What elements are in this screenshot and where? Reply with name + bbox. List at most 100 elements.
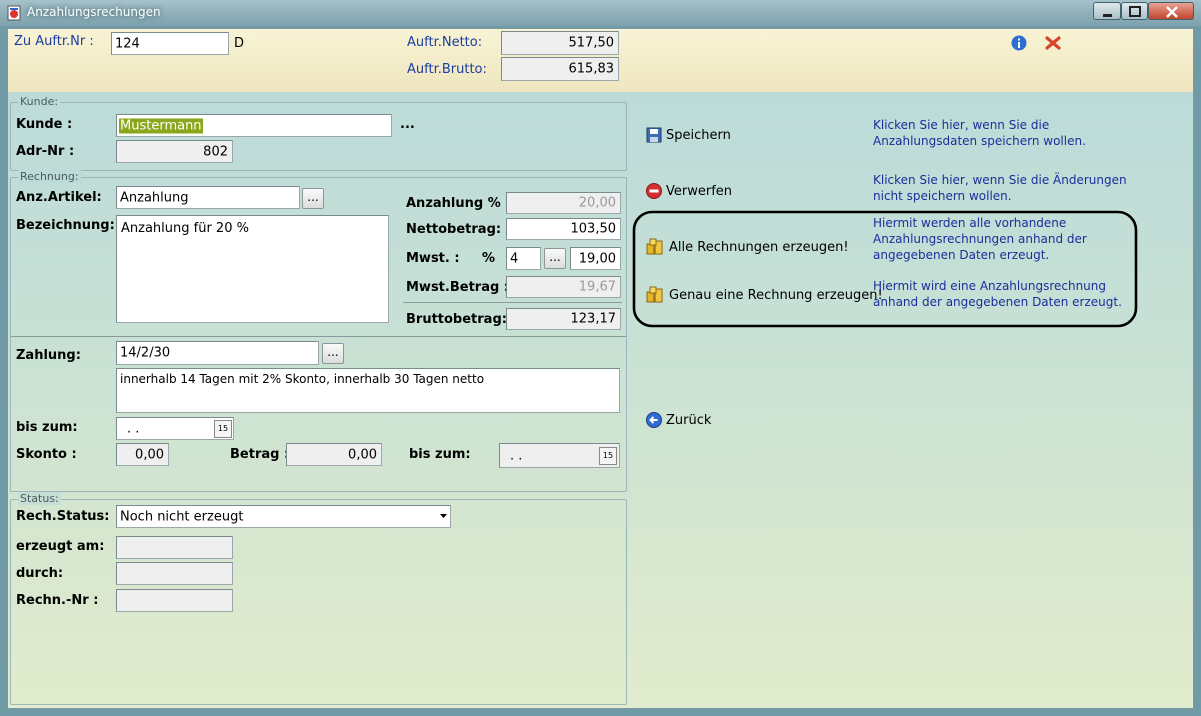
anz-artikel-label: Anz.Artikel: <box>16 190 102 205</box>
mwst-code-field[interactable]: 4 <box>506 247 541 270</box>
close-red-icon[interactable] <box>1045 35 1061 51</box>
create-all-label: Alle Rechnungen erzeugen! <box>669 240 849 255</box>
erzeugt-am-label: erzeugt am: <box>16 539 105 554</box>
rech-status-select[interactable]: Noch nicht erzeugt <box>116 505 451 528</box>
close-icon <box>1166 6 1178 18</box>
status-group-label: Status: <box>18 492 61 505</box>
bruttobetrag-field: 123,17 <box>506 308 621 330</box>
auftr-brutto-value: 615,83 <box>568 61 615 77</box>
create-one-hint: Hiermit wird eine Anzahlungsrechnung anh… <box>873 279 1122 309</box>
discard-hint: Klicken Sie hier, wenn Sie die Änderunge… <box>873 173 1127 203</box>
bruttobetrag-value: 123,17 <box>570 311 617 327</box>
mwst-pct-sign: % <box>482 251 496 266</box>
zahlung-text-field[interactable]: innerhalb 14 Tagen mit 2% Skonto, innerh… <box>116 368 620 413</box>
anz-artikel-field[interactable]: Anzahlung <box>116 186 300 209</box>
calendar-icon[interactable]: 15 <box>214 420 232 438</box>
mwst-pct-field: 19,00 <box>570 247 621 270</box>
bis-zum-2-value: . . <box>510 448 523 463</box>
adr-nr-label: Adr-Nr : <box>16 144 75 159</box>
create-one-label: Genau eine Rechnung erzeugen! <box>669 288 883 303</box>
auftr-brutto-field: 615,83 <box>501 57 619 81</box>
info-icon[interactable] <box>1011 35 1027 51</box>
durch-field <box>116 562 233 585</box>
auftr-brutto-label: Auftr.Brutto: <box>407 62 487 77</box>
bezeichnung-value: Anzahlung für 20 % <box>121 221 249 236</box>
title-bar[interactable] <box>0 0 1201 26</box>
zahlung-field[interactable]: 14/2/30 <box>116 341 319 365</box>
anzahlung-pct-field: 20,00 <box>506 192 621 214</box>
auftr-netto-field: 517,50 <box>501 31 619 55</box>
discard-label: Verwerfen <box>666 184 733 199</box>
zahlung-text-value: innerhalb 14 Tagen mit 2% Skonto, innerh… <box>120 372 485 386</box>
maximize-button[interactable] <box>1121 2 1148 20</box>
calendar-2-icon[interactable]: 15 <box>599 447 617 465</box>
save-label: Speichern <box>666 128 731 143</box>
anz-artikel-lookup-button[interactable]: ... <box>302 188 324 209</box>
zahlung-label: Zahlung: <box>16 348 81 363</box>
floppy-disk-icon <box>646 127 662 143</box>
auftr-netto-value: 517,50 <box>568 35 615 51</box>
nettobetrag-field[interactable]: 103,50 <box>506 218 621 240</box>
minimize-icon <box>1103 14 1112 17</box>
bis-zum-value: . . <box>127 421 140 436</box>
back-button[interactable]: Zurück <box>645 412 765 432</box>
adr-nr-field: 802 <box>116 140 233 163</box>
auftr-nr-field[interactable]: 124 <box>111 32 229 55</box>
auftr-nr-value: 124 <box>115 36 140 51</box>
zahlung-divider <box>11 336 626 337</box>
create-one-invoice-button[interactable]: Genau eine Rechnung erzeugen! <box>646 286 883 306</box>
skonto-value: 0,00 <box>135 447 164 462</box>
kunde-value: Mustermann <box>119 118 203 133</box>
skonto-label: Skonto : <box>16 447 77 462</box>
rechnung-group-label: Rechnung: <box>18 170 81 183</box>
zahlung-lookup-button[interactable]: ... <box>322 343 344 364</box>
bezeichnung-label: Bezeichnung: <box>16 218 115 233</box>
minimize-button[interactable] <box>1093 2 1121 20</box>
anzahlung-pct-value: 20,00 <box>578 195 616 211</box>
window-title: Anzahlungsrechungen <box>27 5 161 19</box>
status-group <box>10 499 627 705</box>
save-button[interactable]: Speichern <box>645 127 845 147</box>
anz-artikel-value: Anzahlung <box>120 190 189 205</box>
rechn-nr-label: Rechn.-Nr : <box>16 593 99 608</box>
create-all-hint: Hiermit werden alle vorhandene Anzahlung… <box>873 216 1087 262</box>
maximize-icon <box>1129 6 1141 17</box>
betrag-field: 0,00 <box>286 443 382 466</box>
nettobetrag-label: Nettobetrag: <box>406 222 502 237</box>
bruttobetrag-label: Bruttobetrag: <box>406 312 507 327</box>
coins-icon <box>646 286 663 303</box>
mwst-betrag-field: 19,67 <box>506 276 621 298</box>
mwst-lookup-button[interactable]: ... <box>544 248 566 269</box>
nettobetrag-value: 103,50 <box>570 221 617 237</box>
auftr-nr-suffix: D <box>234 36 245 51</box>
save-hint: Klicken Sie hier, wenn Sie die Anzahlung… <box>873 118 1086 148</box>
close-window-button[interactable] <box>1148 2 1194 20</box>
kunde-label: Kunde : <box>16 117 73 132</box>
no-entry-icon <box>646 183 662 199</box>
back-arrow-icon <box>646 412 662 428</box>
kunde-field[interactable]: Mustermann <box>116 114 392 137</box>
app-icon <box>7 5 21 21</box>
skonto-field[interactable]: 0,00 <box>116 443 169 466</box>
auftr-nr-label: Zu Auftr.Nr : <box>14 34 94 49</box>
create-all-invoices-button[interactable]: Alle Rechnungen erzeugen! <box>646 238 866 258</box>
rech-status-value: Noch nicht erzeugt <box>120 509 244 524</box>
auftr-netto-label: Auftr.Netto: <box>407 35 483 50</box>
kunde-more-button[interactable]: ... <box>400 117 415 132</box>
anzahlung-pct-label: Anzahlung % : <box>406 196 511 211</box>
rechn-nr-field <box>116 589 233 612</box>
mwst-code-value: 4 <box>510 251 519 266</box>
betrag-label: Betrag : <box>230 447 290 462</box>
bezeichnung-textarea[interactable]: Anzahlung für 20 % <box>116 215 389 323</box>
back-label: Zurück <box>666 413 712 428</box>
erzeugt-am-field <box>116 536 233 559</box>
bis-zum-2-label: bis zum: <box>409 447 471 462</box>
brutto-divider <box>403 302 622 303</box>
durch-label: durch: <box>16 566 64 581</box>
discard-button[interactable]: Verwerfen <box>645 183 845 203</box>
dropdown-arrow-icon <box>440 514 447 518</box>
mwst-label: Mwst. : <box>406 251 460 266</box>
coins-icon <box>646 238 663 255</box>
mwst-betrag-label: Mwst.Betrag : <box>406 280 509 295</box>
rech-status-label: Rech.Status: <box>16 509 110 524</box>
